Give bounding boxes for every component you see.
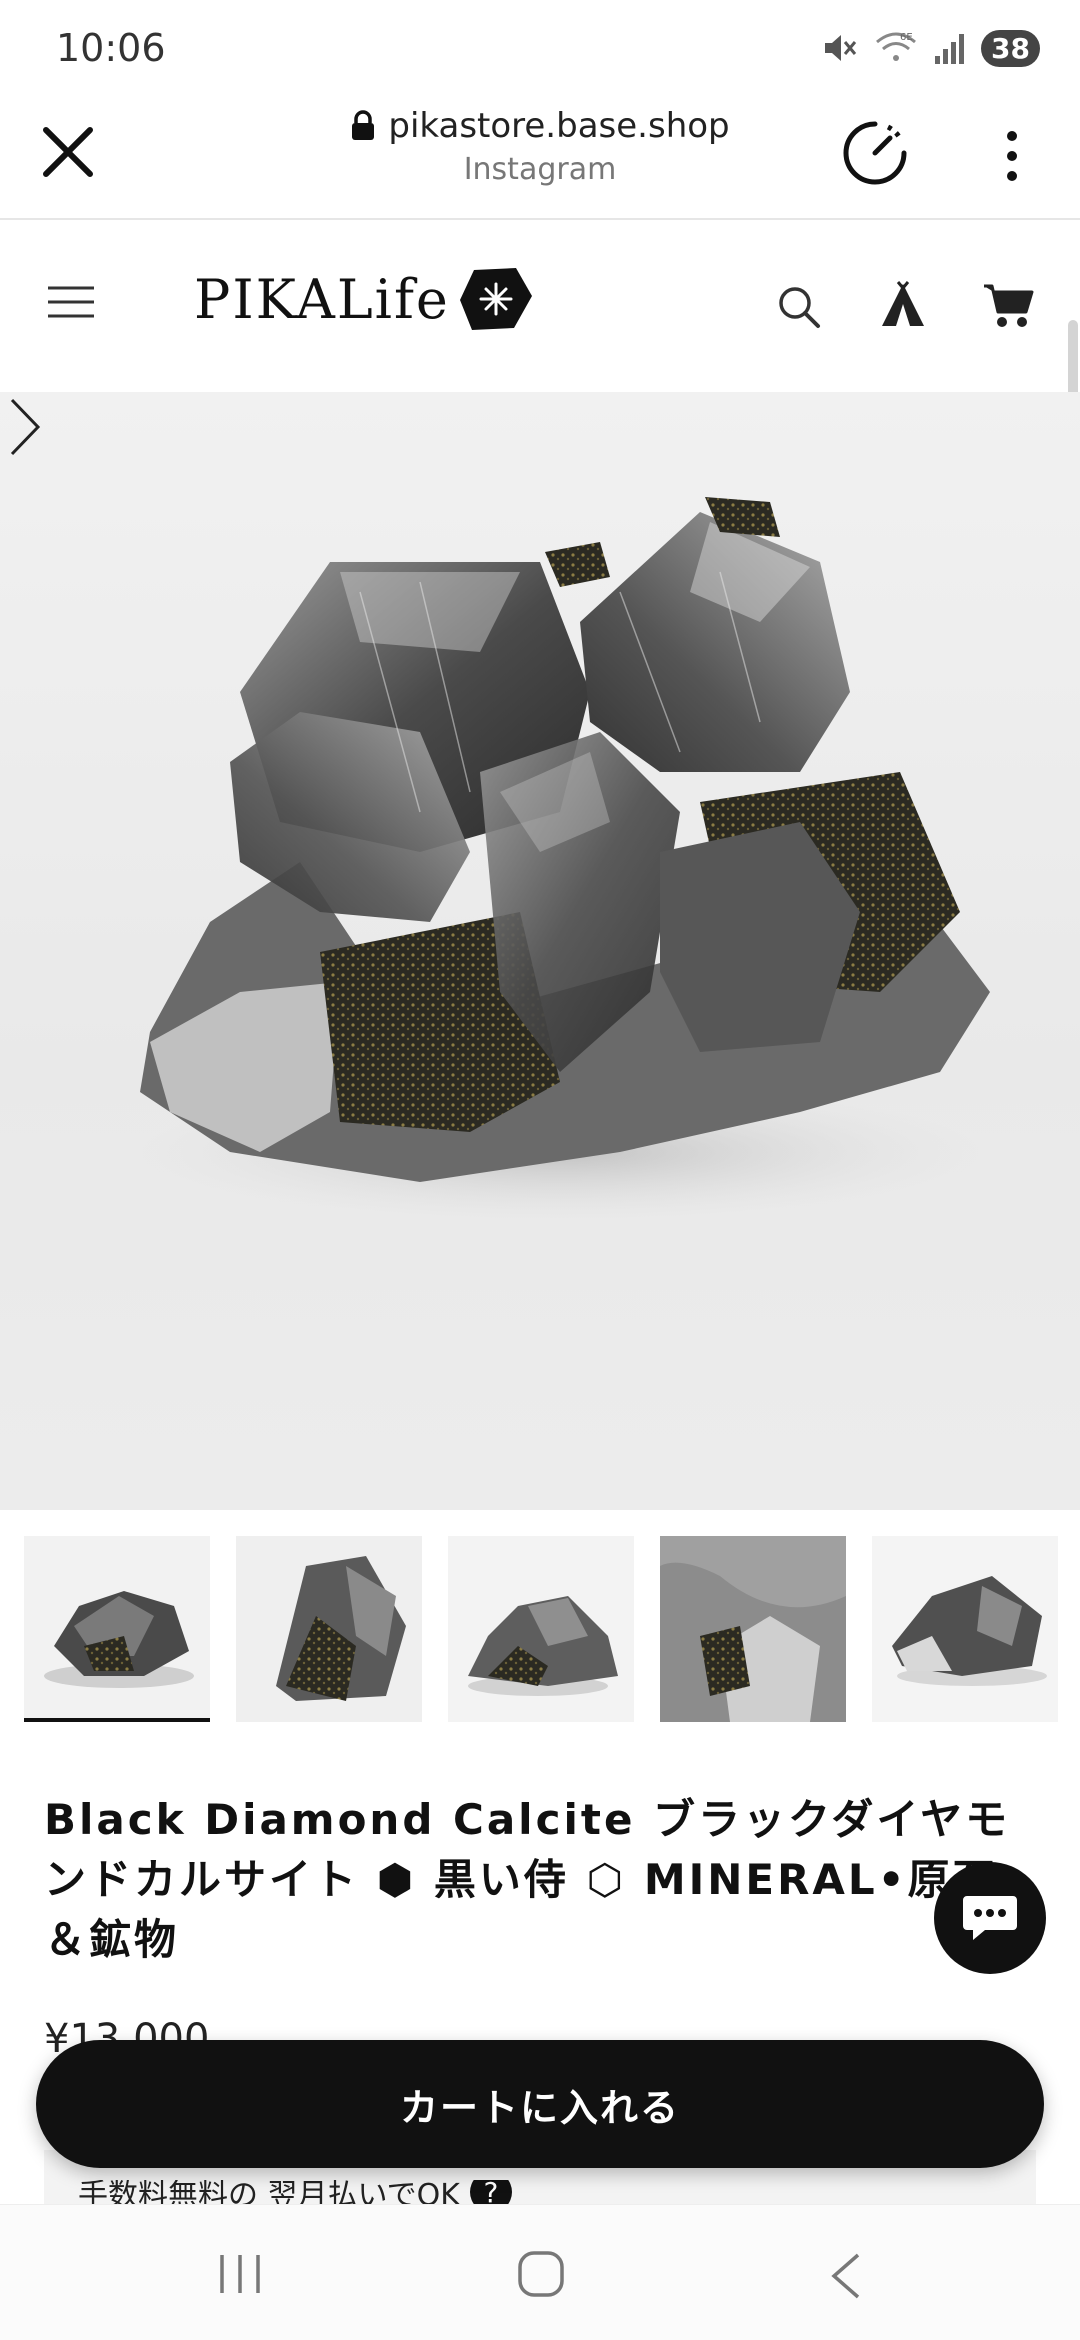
mineral-photo: [140, 497, 990, 1222]
search-icon[interactable]: [776, 284, 822, 330]
speed-icon[interactable]: [840, 118, 910, 188]
logo-text: PIKALife: [194, 267, 450, 331]
menu-icon[interactable]: [46, 282, 96, 322]
signal-icon: [935, 34, 965, 64]
thumbnail-4[interactable]: [660, 1536, 846, 1722]
url-display[interactable]: pikastore.base.shop Instagram: [300, 106, 780, 187]
lock-icon: [352, 110, 375, 140]
system-nav-bar: [0, 2204, 1080, 2340]
more-vertical-icon[interactable]: [990, 126, 1034, 186]
chat-button[interactable]: [934, 1862, 1046, 1974]
status-icons: 6E 38: [819, 28, 1040, 68]
home-icon[interactable]: [516, 2249, 566, 2299]
mute-icon: [825, 35, 857, 61]
svg-text:6E: 6E: [900, 32, 913, 43]
cart-icon[interactable]: [982, 280, 1036, 330]
product-title: Black Diamond Calcite ブラックダイヤモンドカルサイト ⬢ …: [44, 1795, 1011, 1964]
thumbnail-strip: [24, 1536, 1064, 1726]
close-icon[interactable]: [36, 120, 100, 184]
url-text: pikastore.base.shop: [388, 106, 730, 146]
battery-indicator: 38: [981, 29, 1040, 67]
url-source: Instagram: [463, 152, 617, 187]
site-logo[interactable]: PIKALife: [194, 266, 534, 332]
add-to-cart-button[interactable]: カートに入れる: [36, 2040, 1044, 2168]
wifi-6e-icon: 6E: [876, 32, 916, 61]
status-time: 10:06: [56, 26, 166, 70]
next-image-arrow-icon[interactable]: [0, 392, 50, 462]
thumbnail-1[interactable]: [24, 1536, 210, 1722]
payment-note: 手数料無料の 翌月払いでOK ?: [78, 2180, 512, 2204]
product-hero-image[interactable]: [0, 392, 1080, 1510]
status-bar: 10:06 6E 38: [0, 0, 1080, 96]
tent-icon[interactable]: [878, 280, 928, 330]
thumbnail-2[interactable]: [236, 1536, 422, 1722]
payment-note-text: 手数料無料の 翌月払いでOK: [78, 2180, 460, 2204]
thumbnail-5[interactable]: [872, 1536, 1058, 1722]
back-icon[interactable]: [826, 2249, 866, 2303]
site-header: PIKALife: [0, 222, 1080, 390]
browser-toolbar: pikastore.base.shop Instagram: [0, 96, 1080, 220]
logo-badge-icon: [459, 268, 532, 330]
chat-bubble-icon: [963, 1896, 1017, 1940]
recent-apps-icon[interactable]: [214, 2251, 266, 2297]
thumbnail-3[interactable]: [448, 1536, 634, 1722]
help-icon[interactable]: ?: [469, 2180, 512, 2204]
